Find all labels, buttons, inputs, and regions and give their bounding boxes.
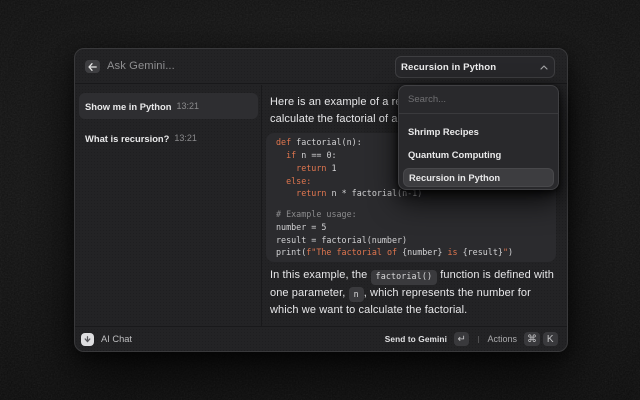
menu-item[interactable]: Recursion in Python — [403, 168, 554, 187]
chevron-up-icon — [540, 65, 548, 70]
window-title: Ask Gemini... — [107, 49, 175, 84]
inline-code: n — [349, 287, 364, 302]
window-header: Ask Gemini... Recursion in Python — [75, 49, 567, 84]
chevron-down-icon — [84, 336, 91, 343]
cmd-keycap: ⌘ — [524, 332, 540, 346]
chat-history-item[interactable]: Show me in Python 13:21 — [79, 93, 258, 119]
code-line: # Example usage: — [276, 208, 546, 221]
menu-item[interactable]: Quantum Computing — [403, 145, 554, 164]
chat-title: Show me in Python — [85, 101, 171, 112]
enter-keycap: ↵ — [454, 332, 470, 346]
back-button[interactable] — [85, 60, 100, 73]
arrow-left-icon — [88, 63, 97, 71]
send-to-gemini-button[interactable]: Send to Gemini — [385, 334, 447, 344]
inline-code: factorial() — [371, 270, 438, 285]
code-line: result = factorial(number) — [276, 234, 546, 247]
chat-timestamp: 13:21 — [174, 133, 197, 143]
k-keycap: K — [543, 332, 559, 346]
extension-name: AI Chat — [101, 334, 132, 344]
code-line: print(f"The factorial of {number} is {re… — [276, 246, 546, 259]
chat-selector-menu: Search... Shrimp Recipes Quantum Computin… — [398, 85, 559, 190]
actions-button[interactable]: Actions — [487, 334, 517, 344]
action-bar: AI Chat Send to Gemini ↵ Actions ⌘ K — [75, 326, 567, 351]
chat-selector-value: Recursion in Python — [401, 62, 540, 73]
code-line: number = 5 — [276, 221, 546, 234]
chat-timestamp: 13:21 — [176, 101, 199, 111]
ai-chat-icon — [81, 333, 94, 346]
menu-search-input[interactable]: Search... — [403, 86, 554, 113]
response-outro-paragraph: In this example, the factorial() functio… — [270, 267, 555, 319]
chat-history-item[interactable]: What is recursion? 13:21 — [79, 125, 258, 151]
chat-selector-dropdown[interactable]: Recursion in Python — [395, 56, 555, 78]
footer-divider — [478, 336, 479, 343]
menu-item[interactable]: Shrimp Recipes — [403, 122, 554, 141]
code-blank-line — [276, 200, 546, 208]
raycast-window: Ask Gemini... Recursion in Python Show m… — [74, 48, 568, 352]
chat-history-sidebar: Show me in Python13:21What is recursion?… — [75, 85, 262, 326]
chat-title: What is recursion? — [85, 133, 169, 144]
